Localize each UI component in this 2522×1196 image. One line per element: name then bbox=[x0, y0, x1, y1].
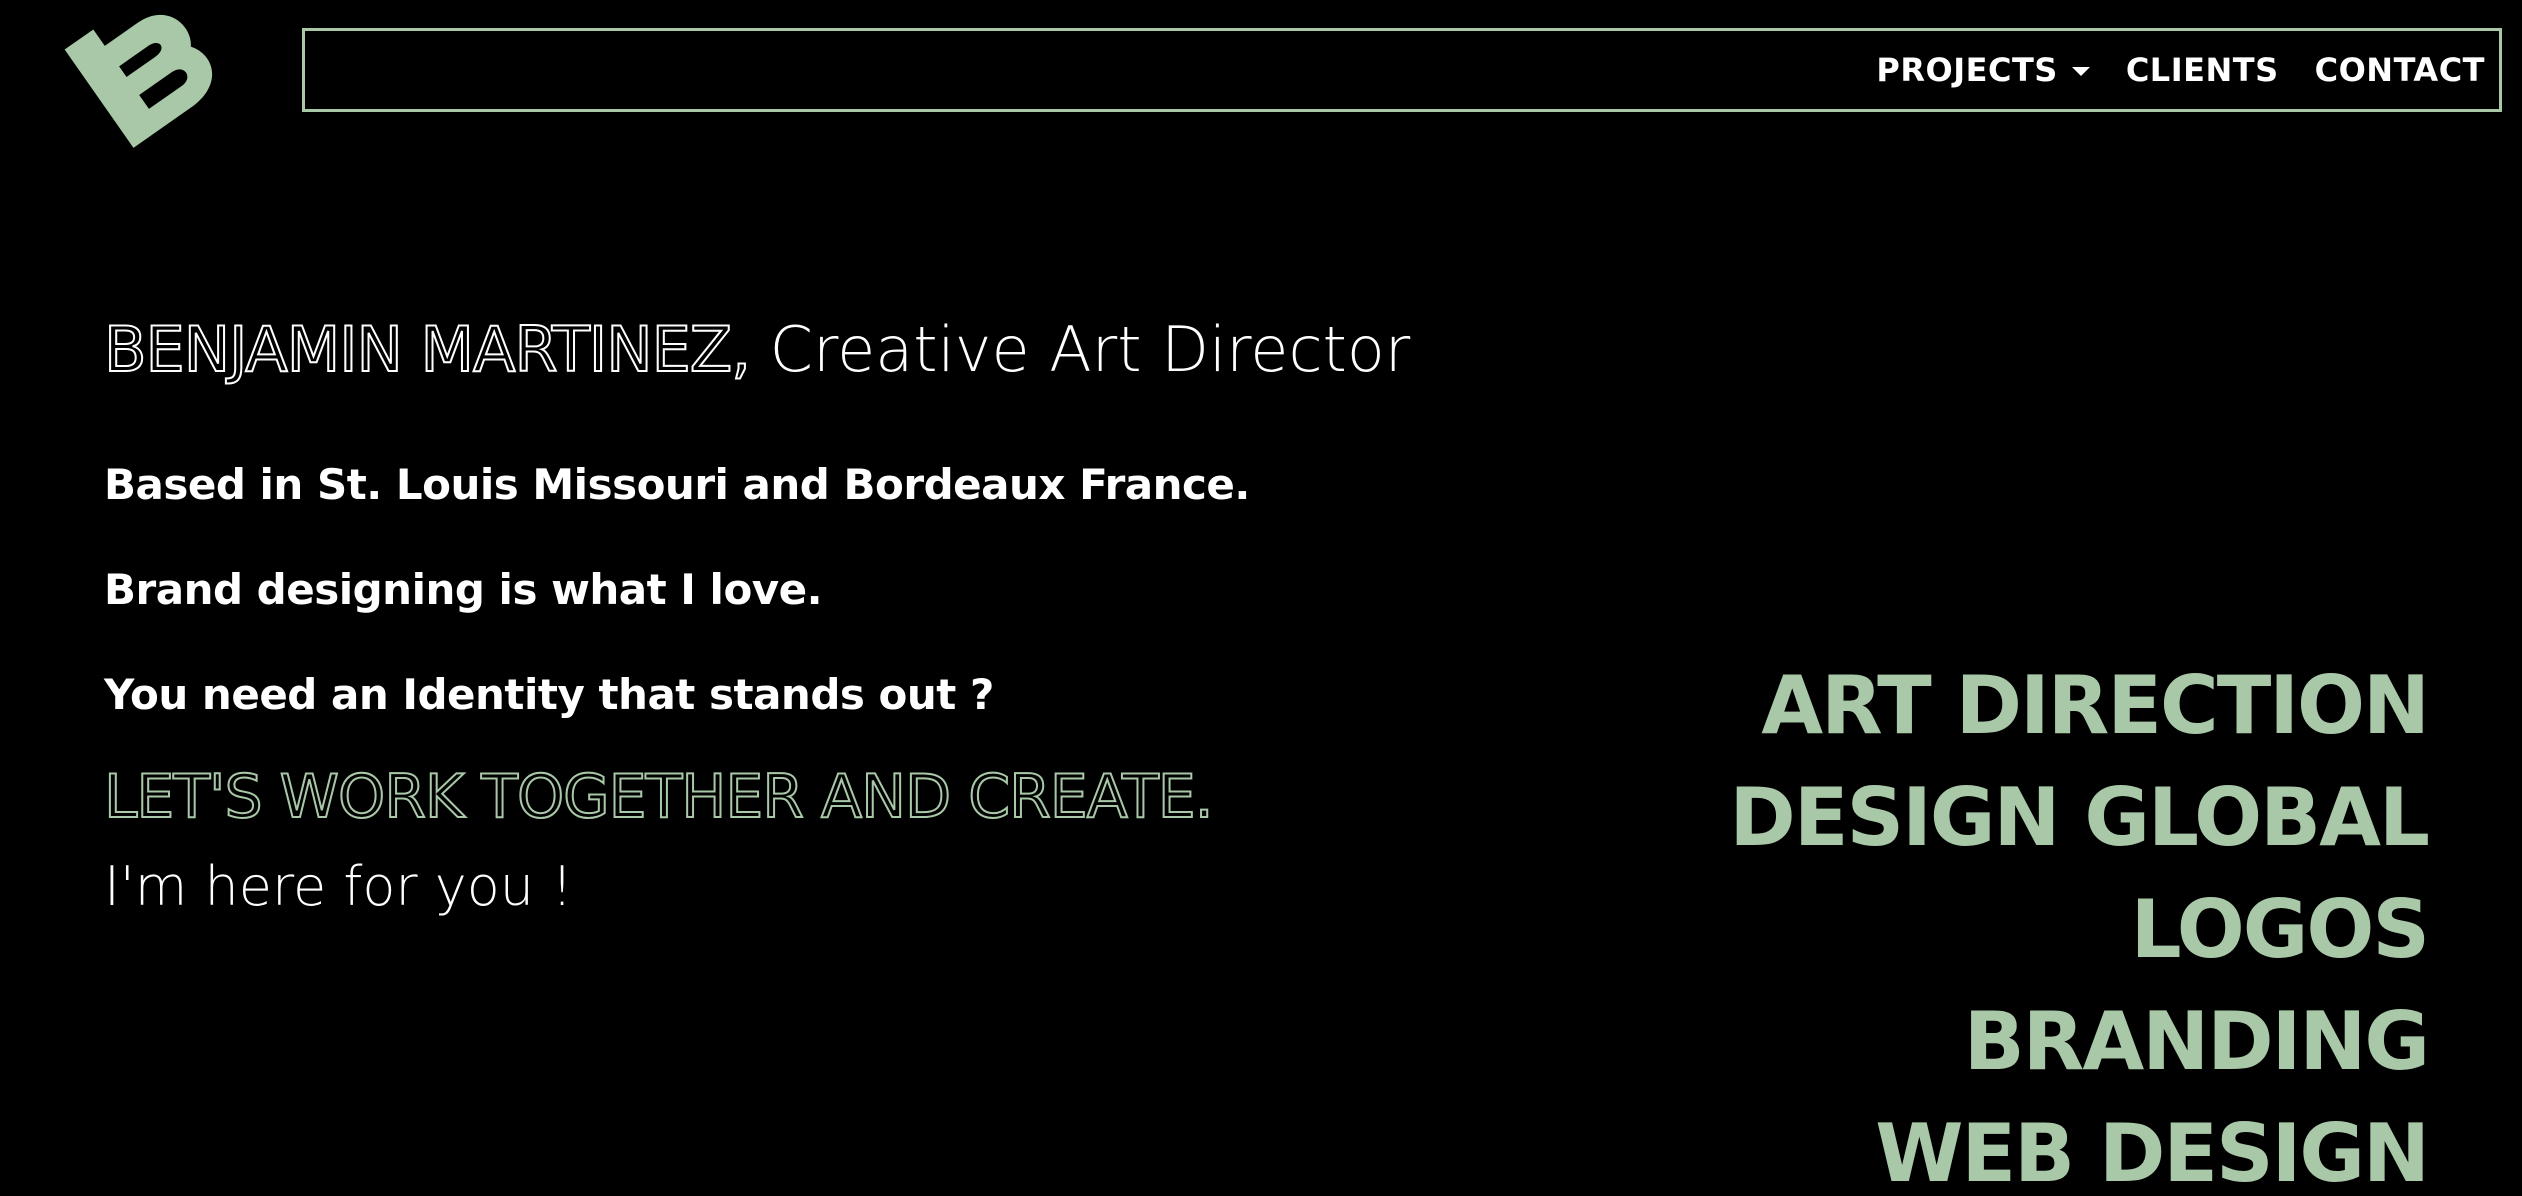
nav-projects[interactable]: PROJECTS bbox=[1876, 51, 2090, 89]
author-name: BENJAMIN MARTINEZ, bbox=[103, 312, 752, 387]
service-design-global[interactable]: DESIGN GLOBAL bbox=[1729, 762, 2430, 874]
services-list: ART DIRECTION DESIGN GLOBAL LOGOS BRANDI… bbox=[1729, 650, 2430, 1196]
page: PROJECTS CLIENTS CONTACT BENJAMIN MARTIN… bbox=[0, 0, 2522, 1196]
nav-clients[interactable]: CLIENTS bbox=[2126, 51, 2279, 89]
author-role: Creative Art Director bbox=[769, 313, 1411, 386]
intro-question: You need an Identity that stands out ? bbox=[104, 670, 994, 719]
brand-logo-icon[interactable] bbox=[30, 0, 250, 160]
service-logos[interactable]: LOGOS bbox=[1729, 874, 2430, 986]
cta-headline: LET'S WORK TOGETHER AND CREATE. bbox=[103, 761, 1215, 833]
cta-subline: I'm here for you ! bbox=[104, 855, 573, 918]
top-navbar: PROJECTS CLIENTS CONTACT bbox=[302, 28, 2502, 112]
nav-clients-label: CLIENTS bbox=[2125, 51, 2279, 89]
chevron-down-icon bbox=[2071, 66, 2090, 76]
nav-contact[interactable]: CONTACT bbox=[2315, 51, 2485, 89]
service-art-direction[interactable]: ART DIRECTION bbox=[1729, 650, 2430, 762]
intro-location: Based in St. Louis Missouri and Bordeaux… bbox=[104, 460, 1250, 509]
page-title: BENJAMIN MARTINEZ, Creative Art Director bbox=[103, 305, 1411, 395]
service-web-design[interactable]: WEB DESIGN bbox=[1729, 1098, 2430, 1196]
nav-projects-label: PROJECTS bbox=[1876, 51, 2058, 89]
service-branding[interactable]: BRANDING bbox=[1729, 986, 2430, 1098]
nav-contact-label: CONTACT bbox=[2314, 51, 2485, 89]
intro-passion: Brand designing is what I love. bbox=[104, 565, 823, 614]
